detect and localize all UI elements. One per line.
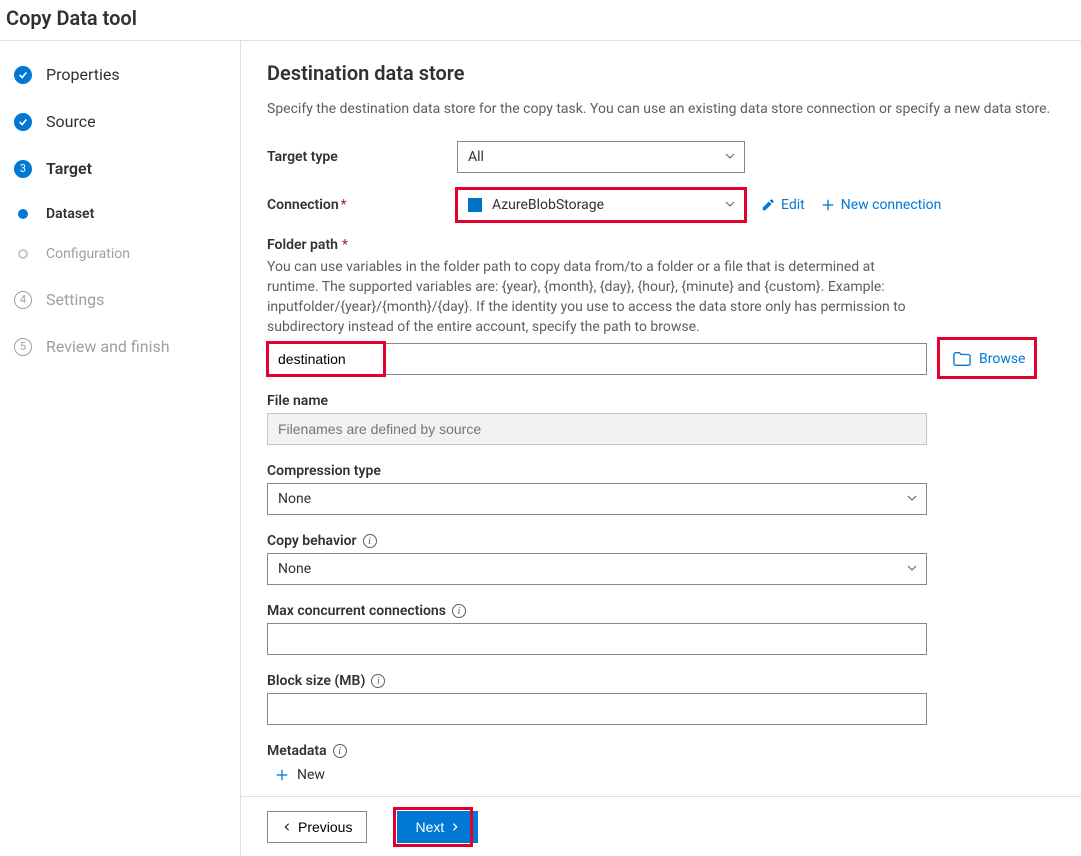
max-conn-input[interactable] (267, 623, 927, 655)
target-type-value: All (468, 149, 484, 165)
file-name-label: File name (267, 393, 1057, 409)
chevron-down-icon (906, 562, 918, 578)
compression-label: Compression type (267, 463, 1057, 479)
wizard-step-source[interactable]: Source (14, 112, 234, 131)
block-size-input[interactable] (267, 693, 927, 725)
app-title: Copy Data tool (0, 0, 1081, 40)
check-icon (14, 113, 32, 131)
new-connection-button[interactable]: New connection (821, 197, 942, 213)
folder-path-help: You can use variables in the folder path… (267, 257, 927, 337)
wizard-step-label: Settings (32, 290, 104, 309)
wizard-step-properties[interactable]: Properties (14, 65, 234, 84)
check-icon (14, 66, 32, 84)
azure-blob-icon (468, 198, 482, 212)
wizard-substep-dataset[interactable]: Dataset (14, 206, 234, 222)
wizard-step-label: Review and finish (32, 337, 170, 356)
copy-behavior-value: None (278, 561, 311, 577)
next-button[interactable]: Next (397, 811, 478, 843)
connection-value: AzureBlobStorage (492, 197, 604, 213)
metadata-label: Metadatai (267, 743, 1057, 759)
wizard-substep-label: Configuration (28, 246, 130, 262)
wizard-step-settings: 4 Settings (14, 290, 234, 309)
step-number-icon: 3 (14, 160, 32, 178)
previous-label: Previous (298, 819, 352, 835)
copy-behavior-label: Copy behaviori (267, 533, 1057, 549)
copy-behavior-select[interactable]: None (267, 553, 927, 585)
wizard-step-label: Source (32, 112, 96, 131)
previous-button[interactable]: Previous (267, 811, 367, 843)
step-number-icon: 4 (14, 291, 32, 309)
wizard-substep-label: Dataset (28, 206, 94, 222)
info-icon[interactable]: i (452, 604, 466, 618)
metadata-new-label: New (297, 767, 325, 783)
step-number-icon: 5 (14, 338, 32, 356)
dot-icon (18, 209, 28, 219)
page-title: Destination data store (267, 61, 1057, 85)
wizard-nav: Properties Source 3 Target Dataset Confi… (0, 41, 241, 856)
connection-select[interactable]: AzureBlobStorage (457, 189, 745, 221)
chevron-down-icon (724, 198, 736, 214)
max-conn-label: Max concurrent connectionsi (267, 603, 1057, 619)
edit-label: Edit (781, 197, 805, 213)
wizard-step-label: Target (32, 159, 92, 178)
wizard-step-target[interactable]: 3 Target (14, 159, 234, 178)
metadata-new-button[interactable]: New (275, 767, 325, 783)
content-panel: Destination data store Specify the desti… (241, 41, 1081, 856)
wizard-step-review: 5 Review and finish (14, 337, 234, 356)
wizard-substep-configuration: Configuration (14, 246, 234, 262)
folder-path-label: Folder path* (267, 237, 1057, 253)
edit-connection-button[interactable]: Edit (761, 197, 805, 213)
info-icon[interactable]: i (371, 674, 385, 688)
chevron-down-icon (906, 492, 918, 508)
block-size-label: Block size (MB)i (267, 673, 1057, 689)
folder-path-input[interactable] (267, 343, 927, 375)
compression-value: None (278, 491, 311, 507)
hollow-dot-icon (18, 249, 28, 259)
connection-label: Connection* (267, 197, 457, 213)
target-type-select[interactable]: All (457, 141, 745, 173)
compression-select[interactable]: None (267, 483, 927, 515)
info-icon[interactable]: i (363, 534, 377, 548)
next-label: Next (415, 819, 444, 835)
new-connection-label: New connection (841, 197, 942, 213)
page-subtitle: Specify the destination data store for t… (267, 99, 1057, 119)
target-type-label: Target type (267, 149, 457, 165)
info-icon[interactable]: i (333, 744, 347, 758)
wizard-step-label: Properties (32, 65, 120, 84)
footer-bar: Previous Next (241, 796, 1081, 856)
browse-button[interactable]: Browse (945, 347, 1033, 371)
chevron-down-icon (724, 150, 736, 166)
file-name-input (267, 413, 927, 445)
browse-label: Browse (979, 351, 1025, 367)
